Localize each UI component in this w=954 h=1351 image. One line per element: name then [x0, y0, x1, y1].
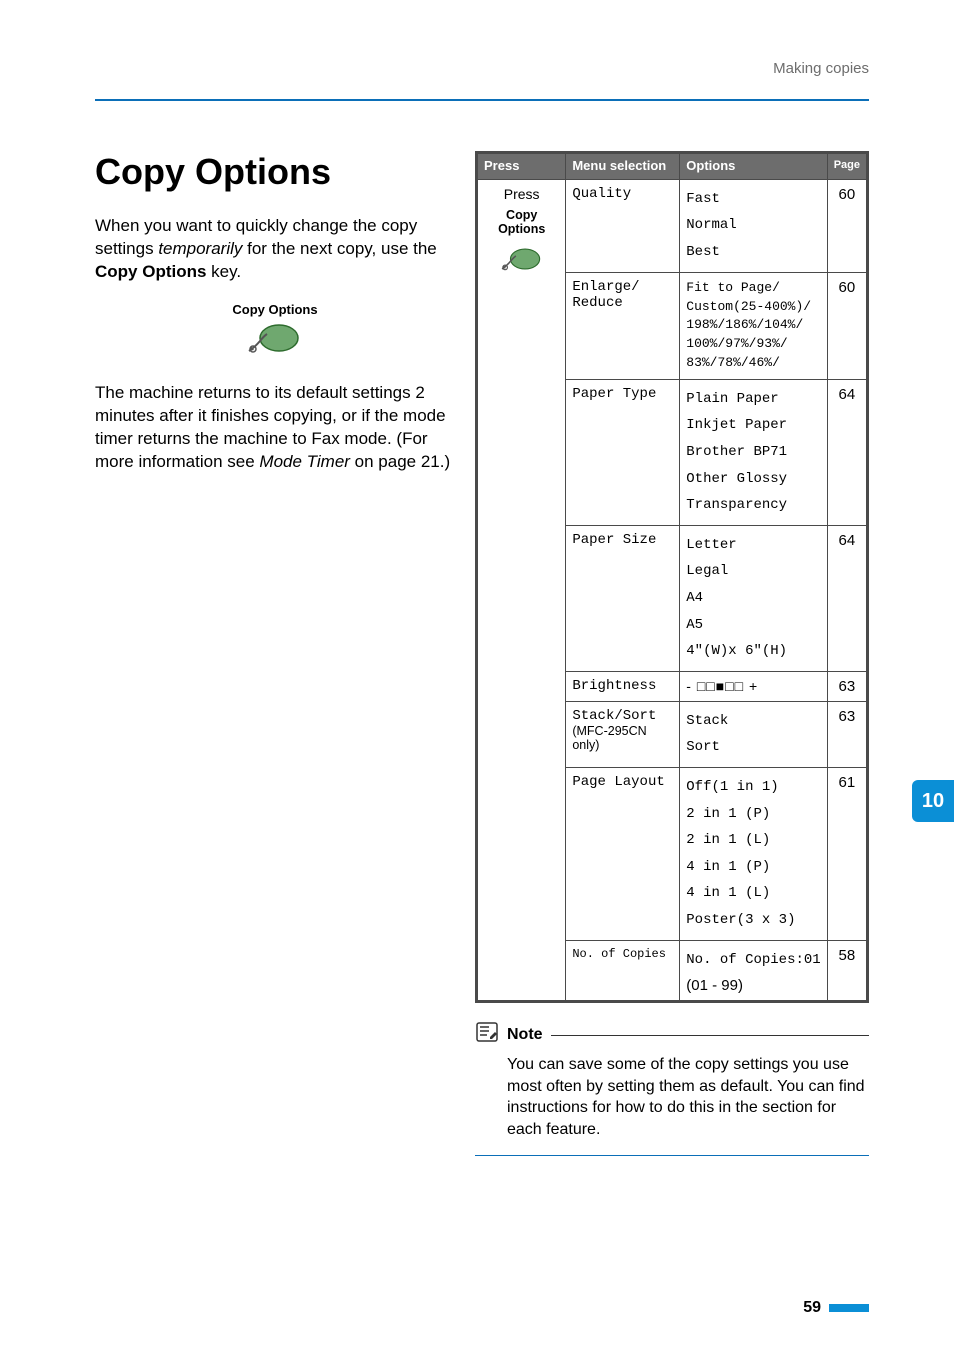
note-body: You can save some of the copy settings y…	[475, 1050, 869, 1152]
page-ref-cell: 58	[827, 940, 867, 1002]
page-number: 59	[803, 1299, 821, 1317]
copy-options-table: Press Menu selection Options Page PressC…	[475, 151, 869, 1003]
options-cell: Off(1 in 1)2 in 1 (P)2 in 1 (L)4 in 1 (P…	[680, 768, 827, 941]
th-press: Press	[477, 153, 566, 180]
menu-cell: Stack/Sort(MFC-295CN only)	[566, 701, 680, 767]
breadcrumb: Making copies	[95, 60, 869, 77]
intro-paragraph-2: The machine returns to its default setti…	[95, 382, 455, 474]
options-cell: - □□■□□ +	[680, 671, 827, 701]
text: on page 21.)	[350, 452, 450, 471]
text-italic: temporarily	[158, 239, 242, 258]
page-ref-cell: 64	[827, 379, 867, 525]
copy-options-key-icon	[245, 317, 305, 364]
note-rule	[551, 1035, 869, 1037]
menu-cell: Page Layout	[566, 768, 680, 941]
menu-cell: Brightness	[566, 671, 680, 701]
th-menu: Menu selection	[566, 153, 680, 180]
page-ref-cell: 60	[827, 272, 867, 379]
header-rule	[95, 99, 869, 101]
note-end-rule	[475, 1155, 869, 1157]
th-options: Options	[680, 153, 827, 180]
options-cell: No. of Copies:01(01 - 99)	[680, 940, 827, 1002]
copy-options-key-label: Copy Options	[95, 302, 455, 317]
options-cell: LetterLegalA4A54"(W)x 6"(H)	[680, 525, 827, 671]
options-cell: StackSort	[680, 701, 827, 767]
menu-cell: No. of Copies	[566, 940, 680, 1002]
intro-paragraph-1: When you want to quickly change the copy…	[95, 215, 455, 284]
options-cell: FastNormalBest	[680, 179, 827, 272]
footer-bar	[829, 1304, 869, 1312]
menu-cell: Paper Size	[566, 525, 680, 671]
page-ref-cell: 63	[827, 671, 867, 701]
options-cell: Fit to Page/Custom(25-400%)/198%/186%/10…	[680, 272, 827, 379]
left-column: Copy Options When you want to quickly ch…	[95, 151, 455, 1156]
page-ref-cell: 60	[827, 179, 867, 272]
th-page: Page	[827, 153, 867, 180]
text: key.	[206, 262, 241, 281]
page-footer: 59	[803, 1299, 869, 1317]
text: for the next copy, use the	[242, 239, 436, 258]
menu-cell: Enlarge/Reduce	[566, 272, 680, 379]
copy-options-key-icon	[484, 242, 559, 279]
right-column: Press Menu selection Options Page PressC…	[475, 151, 869, 1156]
note-heading: Note	[475, 1021, 869, 1048]
page-ref-cell: 64	[827, 525, 867, 671]
menu-cell: Paper Type	[566, 379, 680, 525]
options-cell: Plain PaperInkjet PaperBrother BP71Other…	[680, 379, 827, 525]
menu-cell: Quality	[566, 179, 680, 272]
brightness-indicator: - □□■□□ +	[686, 678, 820, 694]
note-icon	[475, 1021, 499, 1048]
chapter-tab: 10	[912, 780, 954, 822]
text-italic: Mode Timer	[259, 452, 350, 471]
press-cell: PressCopy Options	[477, 179, 566, 1001]
page-ref-cell: 63	[827, 701, 867, 767]
page-title: Copy Options	[95, 151, 455, 193]
text-bold: Copy Options	[95, 262, 206, 281]
page-ref-cell: 61	[827, 768, 867, 941]
copy-options-key-figure: Copy Options	[95, 302, 455, 364]
note-label: Note	[507, 1026, 543, 1044]
